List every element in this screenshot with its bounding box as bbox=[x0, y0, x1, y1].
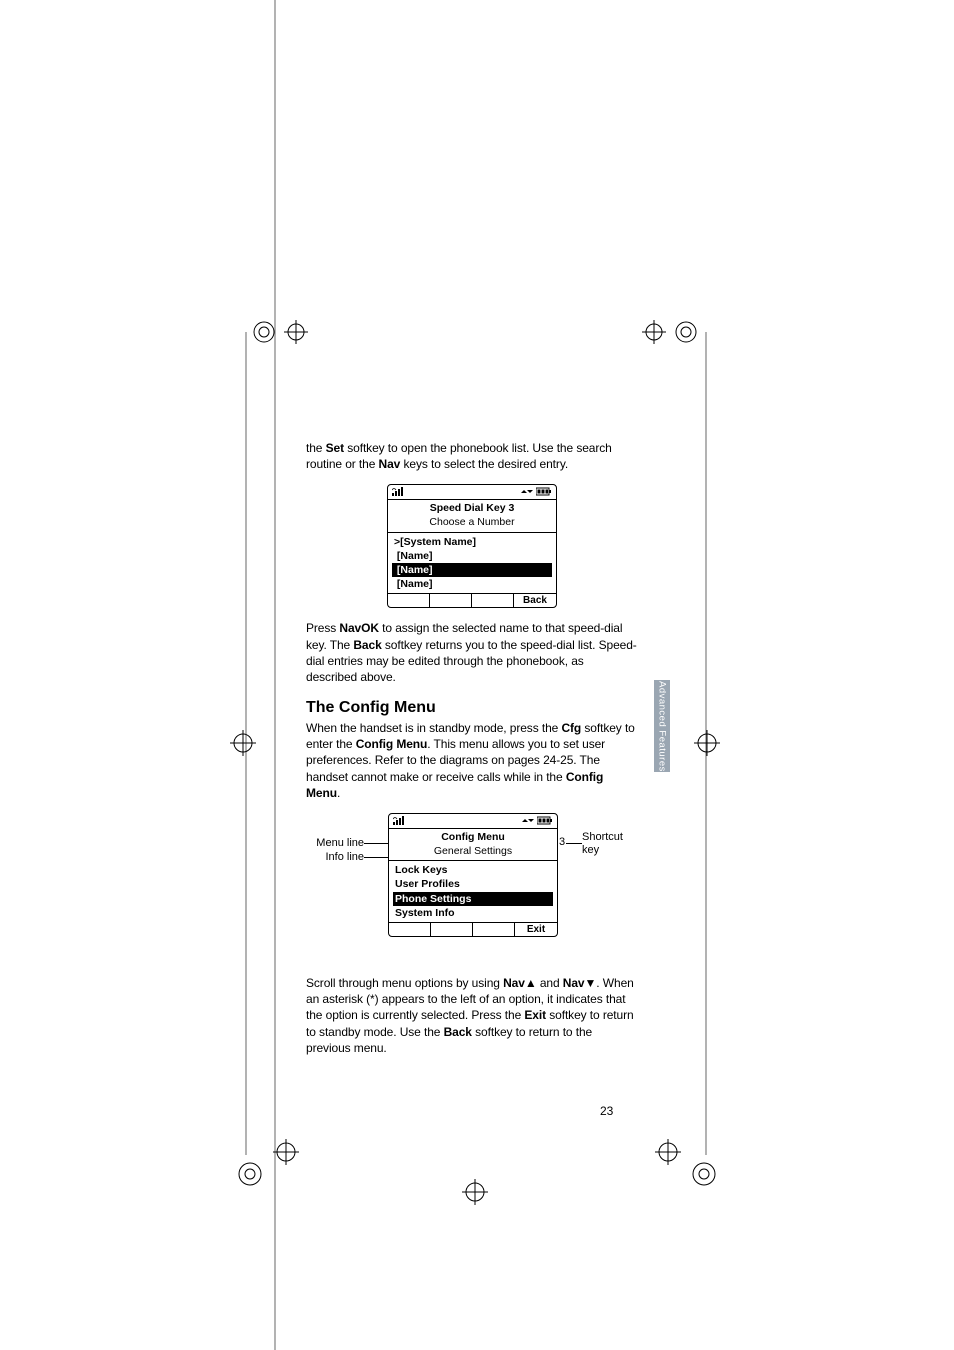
softkey-exit: Exit bbox=[515, 923, 557, 936]
screen-list: >[System Name] [Name] [Name] [Name] bbox=[388, 533, 556, 594]
softkey-ref-exit: Exit bbox=[524, 1008, 546, 1022]
registration-mark-icon bbox=[640, 312, 700, 352]
softkey-row: Exit bbox=[389, 922, 557, 936]
text: Press bbox=[306, 621, 339, 635]
softkey-ref-cfg: Cfg bbox=[561, 721, 581, 735]
softkey-2 bbox=[431, 923, 473, 936]
key-ref-nav-down: Nav▼ bbox=[563, 976, 597, 990]
registration-mark-icon bbox=[234, 1130, 304, 1190]
list-item: >[System Name] bbox=[392, 535, 552, 549]
registration-mark-icon bbox=[250, 312, 310, 352]
callout-text: Shortcut key bbox=[582, 831, 623, 856]
registration-mark-icon bbox=[218, 723, 268, 763]
config-menu-figure: Menu line Info line Shortcut key 3 bbox=[306, 813, 638, 963]
softkey-row: Back bbox=[388, 593, 556, 607]
softkey-back: Back bbox=[514, 594, 556, 607]
callout-info-line: Info line bbox=[306, 851, 364, 864]
battery-icon bbox=[537, 816, 553, 827]
phone-screen-speed-dial: Speed Dial Key 3 Choose a Number >[Syste… bbox=[387, 484, 557, 608]
text: Scroll through menu options by using bbox=[306, 976, 503, 990]
scroll-paragraph: Scroll through menu options by using Nav… bbox=[306, 975, 638, 1056]
key-ref-nav: Nav bbox=[379, 457, 401, 471]
text: keys to select the desired entry. bbox=[400, 457, 568, 471]
intro-paragraph: the Set softkey to open the phonebook li… bbox=[306, 440, 638, 472]
list-item: User Profiles bbox=[393, 877, 553, 891]
up-triangle-icon: ▲ bbox=[525, 976, 537, 990]
softkey-2 bbox=[430, 594, 472, 607]
page-number: 23 bbox=[600, 1104, 613, 1118]
softkey-3 bbox=[472, 594, 514, 607]
registration-mark-icon bbox=[650, 1130, 720, 1190]
text: and bbox=[537, 976, 563, 990]
softkey-1 bbox=[388, 594, 430, 607]
list-item-selected: Phone Settings bbox=[393, 892, 553, 906]
signal-icon bbox=[392, 487, 406, 498]
key-ref-nav-up: Nav▲ bbox=[503, 976, 537, 990]
config-paragraph: When the handset is in standby mode, pre… bbox=[306, 720, 638, 801]
screen-title: Speed Dial Key 3 bbox=[392, 502, 552, 516]
softkey-1 bbox=[389, 923, 431, 936]
signal-icon bbox=[393, 816, 407, 827]
list-item: System Info bbox=[393, 906, 553, 920]
navok-paragraph: Press NavOK to assign the selected name … bbox=[306, 620, 638, 685]
term-config-menu: Config Menu bbox=[356, 737, 428, 751]
list-item-selected: [Name] bbox=[392, 563, 552, 577]
status-bar bbox=[389, 814, 557, 829]
registration-mark-icon bbox=[450, 1172, 500, 1212]
up-down-icon bbox=[521, 487, 533, 498]
registration-mark-icon bbox=[682, 723, 732, 763]
screen-header: Speed Dial Key 3 Choose a Number bbox=[388, 500, 556, 532]
up-down-icon bbox=[522, 816, 534, 827]
shortcut-number: 3 bbox=[559, 836, 565, 848]
key-ref-navok: NavOK bbox=[339, 621, 379, 635]
screen-title: Config Menu bbox=[393, 831, 553, 845]
down-triangle-icon: ▼ bbox=[585, 976, 597, 990]
callout-menu-line: Menu line bbox=[306, 837, 364, 850]
softkey-ref-back: Back bbox=[353, 638, 381, 652]
screen-list: Lock Keys User Profiles Phone Settings S… bbox=[389, 861, 557, 922]
status-bar bbox=[388, 485, 556, 500]
section-heading-config-menu: The Config Menu bbox=[306, 699, 638, 717]
list-item: [Name] bbox=[392, 549, 552, 563]
list-item: [Name] bbox=[392, 577, 552, 591]
list-item: Lock Keys bbox=[393, 863, 553, 877]
softkey-ref-set: Set bbox=[326, 441, 344, 455]
text: . bbox=[337, 786, 340, 800]
softkey-3 bbox=[473, 923, 515, 936]
screen-subtitle: Choose a Number bbox=[392, 516, 552, 530]
softkey-ref-back: Back bbox=[444, 1025, 472, 1039]
text: the bbox=[306, 441, 326, 455]
battery-icon bbox=[536, 487, 552, 498]
text: When the handset is in standby mode, pre… bbox=[306, 721, 561, 735]
screen-header: Config Menu General Settings bbox=[389, 829, 557, 861]
section-tab: Advanced Features bbox=[654, 680, 670, 772]
phone-screen-config-menu: Config Menu General Settings Lock Keys U… bbox=[388, 813, 558, 937]
page-content: the Set softkey to open the phonebook li… bbox=[306, 428, 638, 1068]
screen-subtitle: General Settings bbox=[393, 845, 553, 859]
callout-shortcut-key: Shortcut key bbox=[582, 831, 638, 857]
